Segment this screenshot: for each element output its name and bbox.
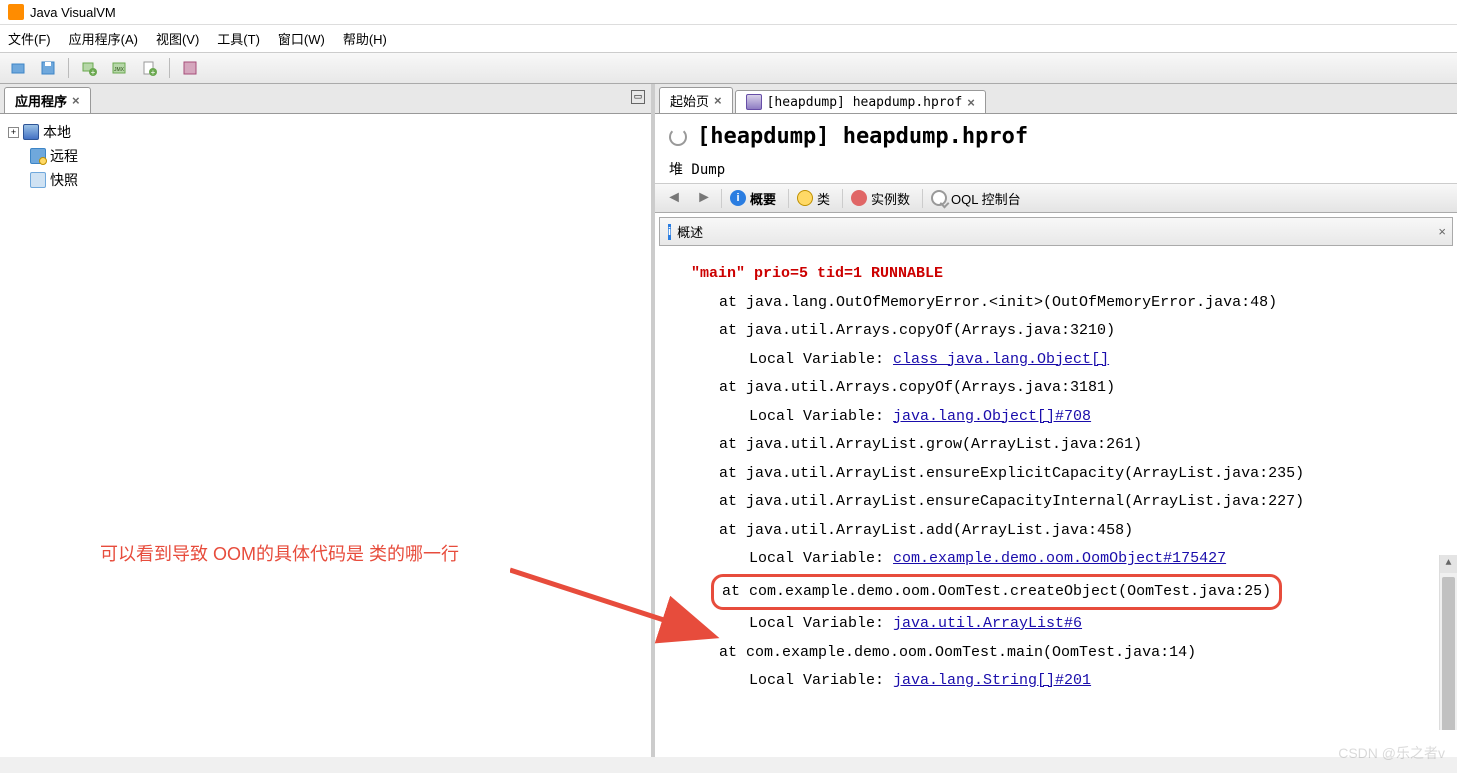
menu-file[interactable]: 文件(F) — [8, 29, 51, 48]
tree-node-remote[interactable]: 远程 — [4, 144, 647, 168]
menu-tools[interactable]: 工具(T) — [217, 29, 260, 48]
tree-label: 远程 — [50, 146, 78, 166]
page-title: [heapdump] heapdump.hprof — [697, 124, 1028, 149]
close-icon[interactable]: × — [967, 95, 975, 110]
forward-icon[interactable]: ► — [691, 187, 717, 209]
local-variable-line: Local Variable: com.example.demo.oom.Oom… — [669, 545, 1443, 574]
menu-bar: 文件(F) 应用程序(A) 视图(V) 工具(T) 窗口(W) 帮助(H) — [0, 25, 1457, 53]
local-variable-line: Local Variable: class java.lang.Object[] — [669, 346, 1443, 375]
stack-line: at java.util.ArrayList.grow(ArrayList.ja… — [669, 431, 1443, 460]
thread-header: "main" prio=5 tid=1 RUNNABLE — [669, 260, 1443, 289]
scroll-up-icon[interactable]: ▲ — [1440, 555, 1457, 573]
app-icon — [8, 4, 24, 20]
save-icon[interactable] — [36, 57, 60, 79]
class-icon — [797, 190, 813, 206]
section-header: i 概述 × — [659, 217, 1453, 246]
expand-icon[interactable]: + — [8, 127, 19, 138]
tab-label: 应用程序 — [15, 91, 67, 110]
tb-label: 实例数 — [871, 189, 910, 208]
tb-label: OQL 控制台 — [951, 189, 1021, 208]
right-tabs: 起始页 × [heapdump] heapdump.hprof × — [655, 84, 1457, 114]
tab-heapdump[interactable]: [heapdump] heapdump.hprof × — [735, 90, 986, 113]
left-tabs: 应用程序 × ▭ — [0, 84, 651, 114]
tb-label: 概要 — [750, 189, 776, 208]
right-pane: 起始页 × [heapdump] heapdump.hprof × [heapd… — [655, 84, 1457, 757]
tb-instances[interactable]: 实例数 — [842, 189, 918, 208]
local-variable-line: Local Variable: java.lang.Object[]#708 — [669, 403, 1443, 432]
tb-oql[interactable]: OQL 控制台 — [922, 189, 1029, 208]
local-variable-line: Local Variable: java.util.ArrayList#6 — [669, 610, 1443, 639]
tab-start[interactable]: 起始页 × — [659, 87, 733, 113]
variable-link[interactable]: java.lang.String[]#201 — [893, 672, 1091, 689]
snapshot-icon — [30, 172, 46, 188]
heapdump-icon — [746, 94, 762, 110]
separator — [169, 58, 170, 78]
main-area: 应用程序 × ▭ + 本地 远程 快照 — [0, 84, 1457, 757]
tab-label: [heapdump] heapdump.hprof — [767, 95, 963, 110]
heap-dump-icon[interactable] — [178, 57, 202, 79]
tree-label: 本地 — [43, 122, 71, 142]
instance-icon — [851, 190, 867, 206]
watermark: CSDN @乐之者v — [1338, 743, 1445, 763]
tab-label: 起始页 — [670, 91, 709, 110]
remote-icon — [30, 148, 46, 164]
variable-link[interactable]: com.example.demo.oom.OomObject#175427 — [893, 550, 1226, 567]
left-pane: 应用程序 × ▭ + 本地 远程 快照 — [0, 84, 655, 757]
minimize-icon[interactable]: ▭ — [631, 90, 645, 104]
menu-view[interactable]: 视图(V) — [156, 29, 199, 48]
stack-line: at java.util.Arrays.copyOf(Arrays.java:3… — [669, 374, 1443, 403]
window-title: Java VisualVM — [30, 5, 116, 20]
add-jmx-icon[interactable]: JMX — [107, 57, 131, 79]
app-tree: + 本地 远程 快照 — [0, 114, 651, 198]
refresh-icon[interactable] — [669, 128, 687, 146]
subtitle: 堆 Dump — [655, 155, 1457, 184]
tree-node-local[interactable]: + 本地 — [4, 120, 647, 144]
stack-line: at java.util.ArrayList.ensureExplicitCap… — [669, 460, 1443, 489]
info-icon: i — [730, 190, 746, 206]
add-remote-icon[interactable]: + — [77, 57, 101, 79]
highlighted-stack-line: at com.example.demo.oom.OomTest.createOb… — [711, 574, 1282, 611]
open-icon[interactable] — [6, 57, 30, 79]
separator — [68, 58, 69, 78]
tab-applications[interactable]: 应用程序 × — [4, 87, 91, 113]
local-variable-line: Local Variable: java.lang.String[]#201 — [669, 667, 1443, 696]
close-icon[interactable]: × — [1438, 224, 1446, 239]
menu-window[interactable]: 窗口(W) — [278, 29, 325, 48]
stack-line: at com.example.demo.oom.OomTest.main(Oom… — [669, 639, 1443, 668]
svg-text:+: + — [91, 68, 96, 76]
heap-toolbar: ◄ ► i 概要 类 实例数 OQL 控制台 — [655, 184, 1457, 213]
stack-line: at java.util.Arrays.copyOf(Arrays.java:3… — [669, 317, 1443, 346]
section-title: 概述 — [677, 222, 703, 241]
oql-icon — [931, 190, 947, 206]
info-icon: i — [668, 224, 671, 240]
stack-line: at java.util.ArrayList.add(ArrayList.jav… — [669, 517, 1443, 546]
variable-link[interactable]: java.lang.Object[]#708 — [893, 408, 1091, 425]
close-icon[interactable]: × — [72, 93, 80, 108]
tree-label: 快照 — [50, 170, 78, 190]
tb-label: 类 — [817, 189, 830, 208]
stack-line: at java.lang.OutOfMemoryError.<init>(Out… — [669, 289, 1443, 318]
close-icon[interactable]: × — [714, 93, 722, 108]
annotation-text: 可以看到导致 OOM的具体代码是 类的哪一行 — [100, 540, 459, 566]
main-toolbar: + JMX + — [0, 53, 1457, 84]
svg-text:+: + — [151, 68, 156, 76]
tb-classes[interactable]: 类 — [788, 189, 838, 208]
content-header: [heapdump] heapdump.hprof — [655, 114, 1457, 155]
variable-link[interactable]: java.util.ArrayList#6 — [893, 615, 1082, 632]
tree-node-snapshot[interactable]: 快照 — [4, 168, 647, 192]
scroll-thumb[interactable] — [1442, 577, 1455, 730]
back-icon[interactable]: ◄ — [661, 187, 687, 209]
tb-overview[interactable]: i 概要 — [721, 189, 784, 208]
menu-app[interactable]: 应用程序(A) — [69, 29, 138, 48]
stack-trace: "main" prio=5 tid=1 RUNNABLEat java.lang… — [655, 250, 1457, 730]
svg-text:JMX: JMX — [114, 67, 125, 73]
add-file-icon[interactable]: + — [137, 57, 161, 79]
variable-link[interactable]: class java.lang.Object[] — [893, 351, 1109, 368]
stack-line: at java.util.ArrayList.ensureCapacityInt… — [669, 488, 1443, 517]
menu-help[interactable]: 帮助(H) — [343, 29, 387, 48]
computer-icon — [23, 124, 39, 140]
title-bar: Java VisualVM — [0, 0, 1457, 25]
scrollbar[interactable]: ▲ — [1439, 555, 1457, 730]
